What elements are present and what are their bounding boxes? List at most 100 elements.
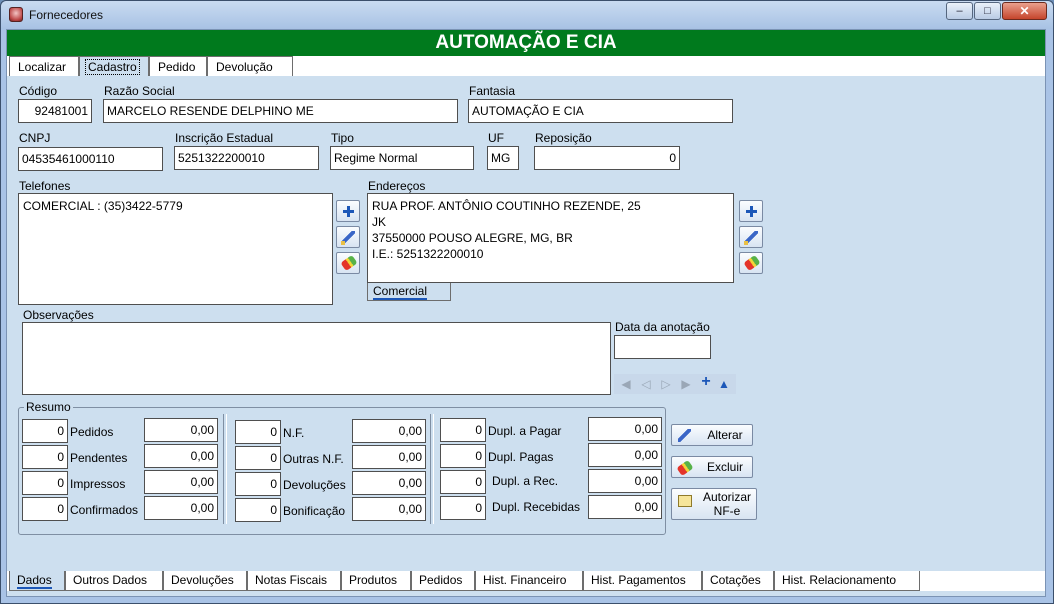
address-line: 37550000 POUSO ALEGRE, MG, BR — [372, 231, 573, 245]
document-icon — [678, 495, 692, 507]
tab-notas-fiscais[interactable]: Notas Fiscais — [247, 571, 341, 591]
telefones-list[interactable]: COMERCIAL : (35)3422-5779 — [18, 193, 333, 305]
close-button[interactable]: ✕ — [1002, 2, 1047, 20]
address-line: I.E.: 5251322200010 — [372, 247, 484, 261]
tab-devolucoes[interactable]: Devoluções — [163, 571, 247, 591]
tab-outros-dados[interactable]: Outros Dados — [65, 571, 163, 591]
address-line: RUA PROF. ANTÔNIO COUTINHO REZENDE, 25 — [372, 199, 641, 213]
tab-cadastro[interactable]: Cadastro — [79, 56, 149, 76]
next-record-icon[interactable]: ▷ — [660, 378, 672, 390]
confirmados-label: Confirmados — [70, 503, 139, 517]
pencil-icon — [678, 429, 696, 443]
autorizar-label: Autorizar NF-e — [700, 490, 754, 518]
tab-endereco-comercial[interactable]: Comercial — [367, 283, 451, 301]
dupl-a-rec-label: Dupl. a Rec. — [492, 474, 559, 488]
prev-record-icon[interactable]: ◁ — [640, 378, 652, 390]
eraser-icon — [743, 254, 761, 272]
devolucoes-amount: 0,00 — [352, 471, 426, 495]
data-anotacao-field[interactable] — [614, 335, 711, 359]
nf-count: 0 — [235, 420, 281, 444]
tab-localizar[interactable]: Localizar — [9, 56, 79, 76]
bonificacao-amount: 0,00 — [352, 497, 426, 521]
tipo-label: Tipo — [331, 131, 354, 145]
inscricao-label: Inscrição Estadual — [175, 131, 274, 145]
tipo-field[interactable]: Regime Normal — [330, 146, 474, 170]
edit-endereco-button[interactable] — [739, 226, 763, 248]
pedidos-amount: 0,00 — [144, 418, 218, 442]
resumo-title: Resumo — [24, 400, 73, 414]
window-title: Fornecedores — [29, 8, 104, 22]
codigo-field[interactable]: 92481001 — [18, 99, 92, 123]
tab-produtos[interactable]: Produtos — [341, 571, 411, 591]
pendentes-count: 0 — [22, 445, 68, 469]
tab-hist-pagamentos[interactable]: Hist. Pagamentos — [583, 571, 702, 591]
collapse-up-icon[interactable]: ▲ — [718, 378, 730, 390]
add-endereco-button[interactable] — [739, 200, 763, 222]
alterar-button[interactable]: Alterar — [671, 424, 753, 446]
tab-label: Devoluções — [171, 573, 234, 587]
first-record-icon[interactable]: ◀ — [620, 378, 632, 390]
enderecos-box[interactable]: RUA PROF. ANTÔNIO COUTINHO REZENDE, 25 J… — [367, 193, 734, 283]
tab-hist-relacionamento[interactable]: Hist. Relacionamento — [774, 571, 920, 591]
tab-cotacoes[interactable]: Cotações — [702, 571, 774, 591]
tab-pedidos[interactable]: Pedidos — [411, 571, 475, 591]
pendentes-label: Pendentes — [70, 451, 128, 465]
dupl-pagas-label: Dupl. Pagas — [488, 450, 554, 464]
cnpj-field[interactable]: 04535461000110 — [18, 147, 163, 171]
last-record-icon[interactable]: ▶ — [680, 378, 692, 390]
dupl-a-pagar-amount: 0,00 — [588, 417, 662, 441]
razao-social-field[interactable]: MARCELO RESENDE DELPHINO ME — [103, 99, 458, 123]
company-banner: AUTOMAÇÃO E CIA — [7, 30, 1045, 56]
nf-amount: 0,00 — [352, 419, 426, 443]
eraser-icon — [676, 459, 696, 477]
inscricao-field[interactable]: 5251322200010 — [174, 146, 319, 170]
confirmados-amount: 0,00 — [144, 496, 218, 520]
tab-devolucao[interactable]: Devolução — [207, 56, 293, 76]
delete-endereco-button[interactable] — [739, 252, 763, 274]
delete-telefone-button[interactable] — [336, 252, 360, 274]
plus-icon-vertical — [750, 206, 753, 217]
resumo-divider — [223, 414, 227, 524]
autorizar-nfe-button[interactable]: Autorizar NF-e — [671, 488, 757, 520]
excluir-button[interactable]: Excluir — [671, 456, 753, 478]
tab-pedido[interactable]: Pedido — [149, 56, 207, 76]
address-line: JK — [372, 215, 387, 229]
impressos-count: 0 — [22, 471, 68, 495]
title-bar[interactable]: Fornecedores – □ ✕ — [1, 1, 1053, 29]
minimize-button[interactable]: – — [946, 2, 973, 20]
impressos-label: Impressos — [70, 477, 126, 491]
tab-label: Devolução — [216, 60, 273, 74]
outras-nf-label: Outras N.F. — [283, 452, 344, 466]
reposicao-field[interactable]: 0 — [534, 146, 680, 170]
tab-label: Dados — [17, 573, 52, 589]
tab-dados[interactable]: Dados — [9, 571, 65, 591]
tab-label: Produtos — [349, 573, 398, 587]
codigo-label: Código — [19, 84, 58, 98]
observacoes-navigator: ◀ ◁ ▷ ▶ + ▲ — [614, 374, 736, 394]
observacoes-textarea[interactable] — [22, 322, 611, 395]
tab-label: Hist. Financeiro — [483, 573, 567, 587]
pedidos-count: 0 — [22, 419, 68, 443]
tab-hist-financeiro[interactable]: Hist. Financeiro — [475, 571, 583, 591]
excluir-label: Excluir — [706, 460, 743, 474]
add-telefone-button[interactable] — [336, 200, 360, 222]
add-note-icon[interactable]: + — [700, 374, 712, 390]
tab-label: Comercial — [373, 284, 428, 300]
outras-nf-amount: 0,00 — [352, 445, 426, 469]
tab-label: Hist. Pagamentos — [591, 573, 686, 587]
app-icon — [9, 7, 23, 22]
tab-label: Hist. Relacionamento — [782, 573, 897, 587]
dupl-a-pagar-label: Dupl. a Pagar — [488, 424, 562, 438]
maximize-button[interactable]: □ — [974, 2, 1001, 20]
tab-label: Cadastro — [85, 59, 140, 75]
fantasia-field[interactable]: AUTOMAÇÃO E CIA — [468, 99, 733, 123]
pencil-tip-icon — [744, 241, 748, 245]
pencil-icon-shape — [678, 429, 691, 442]
tab-label: Pedido — [158, 60, 196, 74]
resumo-divider — [430, 414, 434, 524]
fantasia-label: Fantasia — [469, 84, 516, 98]
list-item[interactable]: COMERCIAL : (35)3422-5779 — [23, 198, 328, 214]
dupl-a-pagar-count: 0 — [440, 418, 486, 442]
edit-telefone-button[interactable] — [336, 226, 360, 248]
uf-field[interactable]: MG — [487, 146, 519, 170]
